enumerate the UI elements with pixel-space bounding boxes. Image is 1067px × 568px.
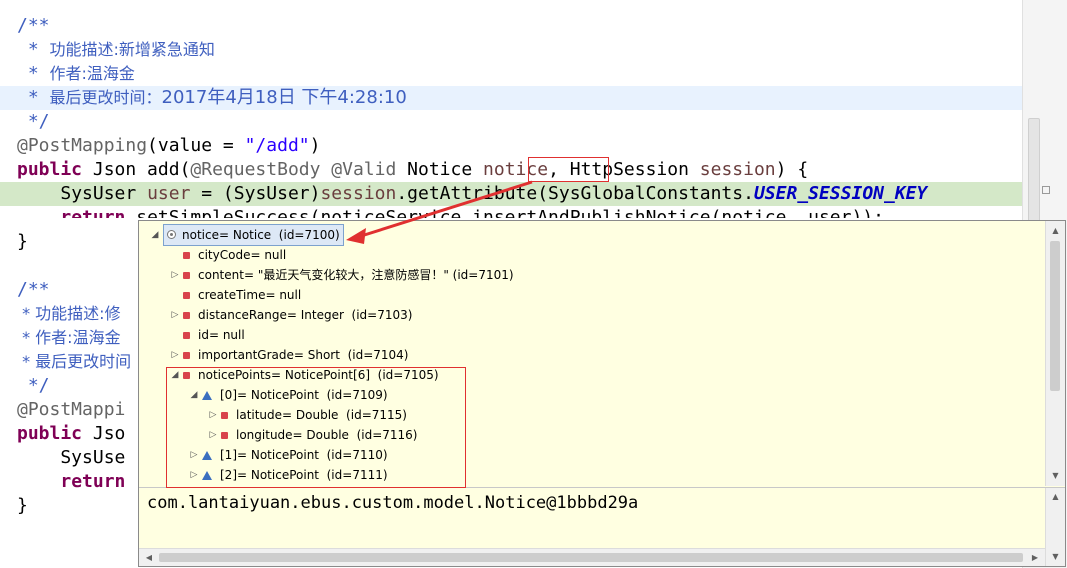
code-line-7: public Json add(@RequestBody @Valid Noti… <box>17 159 809 180</box>
code-line-13: * 功能描述:修 <box>17 304 121 323</box>
code-line-2: * 功能描述:新增紧急通知 <box>17 39 215 60</box>
scrollbar-thumb[interactable] <box>1050 241 1060 391</box>
overview-ruler-marker <box>1042 186 1050 194</box>
code-line-10: } <box>17 231 28 252</box>
code-line-14: * 作者:温海金 <box>17 328 121 347</box>
tree-row-field[interactable]: id= null <box>169 325 245 345</box>
overview-ruler-thumb[interactable] <box>1028 118 1040 230</box>
detail-pane[interactable]: com.lantaiyuan.ebus.custom.model.Notice@… <box>139 487 1065 566</box>
code-line-1: /** <box>17 15 50 36</box>
tree-root-selected[interactable]: notice= Notice (id=7100) <box>163 224 344 246</box>
code-line-3: * 作者:温海金 <box>17 63 135 84</box>
code-line-17: @PostMappi <box>17 399 126 420</box>
tree-row-field[interactable]: ▷ importantGrade= Short (id=7104) <box>169 345 409 365</box>
field-icon <box>183 271 190 279</box>
field-icon <box>183 331 190 339</box>
detail-value: com.lantaiyuan.ebus.custom.model.Notice@… <box>147 493 639 513</box>
tree-row-field[interactable]: ▷ content= "最近天气变化较大，注意防感冒！" (id=7101) <box>169 265 514 285</box>
tree-vertical-scrollbar[interactable]: ▲ ▼ <box>1045 221 1065 486</box>
scrollbar-thumb[interactable] <box>159 553 1023 562</box>
notice-points-annotation-box <box>166 367 466 488</box>
code-line-6: @PostMapping(value = "/add") <box>17 135 321 156</box>
expand-triangle-icon[interactable]: ▷ <box>169 305 181 325</box>
tree-row-field[interactable]: cityCode= null <box>169 245 286 265</box>
detail-vertical-scrollbar[interactable]: ▲ ▼ <box>1045 488 1065 566</box>
code-line-16: */ <box>17 375 50 396</box>
scroll-up-arrow-icon[interactable]: ▲ <box>1046 490 1065 504</box>
code-line-15: * 最后更改时间 <box>17 352 132 371</box>
tree-row-field[interactable]: createTime= null <box>169 285 301 305</box>
field-icon <box>183 351 190 359</box>
code-line-12: /** <box>17 279 50 300</box>
expand-triangle-icon[interactable]: ▷ <box>169 345 181 365</box>
code-line-20: return <box>60 471 126 492</box>
field-icon <box>183 251 190 259</box>
field-icon <box>183 311 190 319</box>
code-line-5: */ <box>17 111 50 132</box>
tree-row-root[interactable]: ◢ notice= Notice (id=7100) <box>149 224 344 246</box>
code-line-19: SysUse <box>17 447 126 468</box>
code-line-4: * 最后更改时间：2017年4月18日 下午4:28:10 <box>17 87 407 108</box>
tree-row-field[interactable]: ▷ distanceRange= Integer (id=7103) <box>169 305 413 325</box>
code-line-18: public Jso <box>17 423 126 444</box>
code-line-8: SysUser user = (SysUser)session.getAttri… <box>60 183 928 204</box>
scroll-down-arrow-icon[interactable]: ▼ <box>1046 468 1065 484</box>
scroll-right-arrow-icon[interactable]: ▶ <box>1027 549 1043 566</box>
scroll-left-arrow-icon[interactable]: ◀ <box>141 549 157 566</box>
object-icon <box>167 230 176 239</box>
detail-horizontal-scrollbar[interactable]: ◀ ▶ <box>139 548 1045 566</box>
expand-triangle-icon[interactable]: ▷ <box>169 265 181 285</box>
collapse-triangle-icon[interactable]: ◢ <box>149 225 161 245</box>
scroll-down-arrow-icon[interactable]: ▼ <box>1046 550 1065 564</box>
scroll-up-arrow-icon[interactable]: ▲ <box>1046 223 1065 239</box>
code-line-21: } <box>17 495 28 516</box>
field-icon <box>183 291 190 299</box>
notice-annotation-box <box>528 157 609 182</box>
